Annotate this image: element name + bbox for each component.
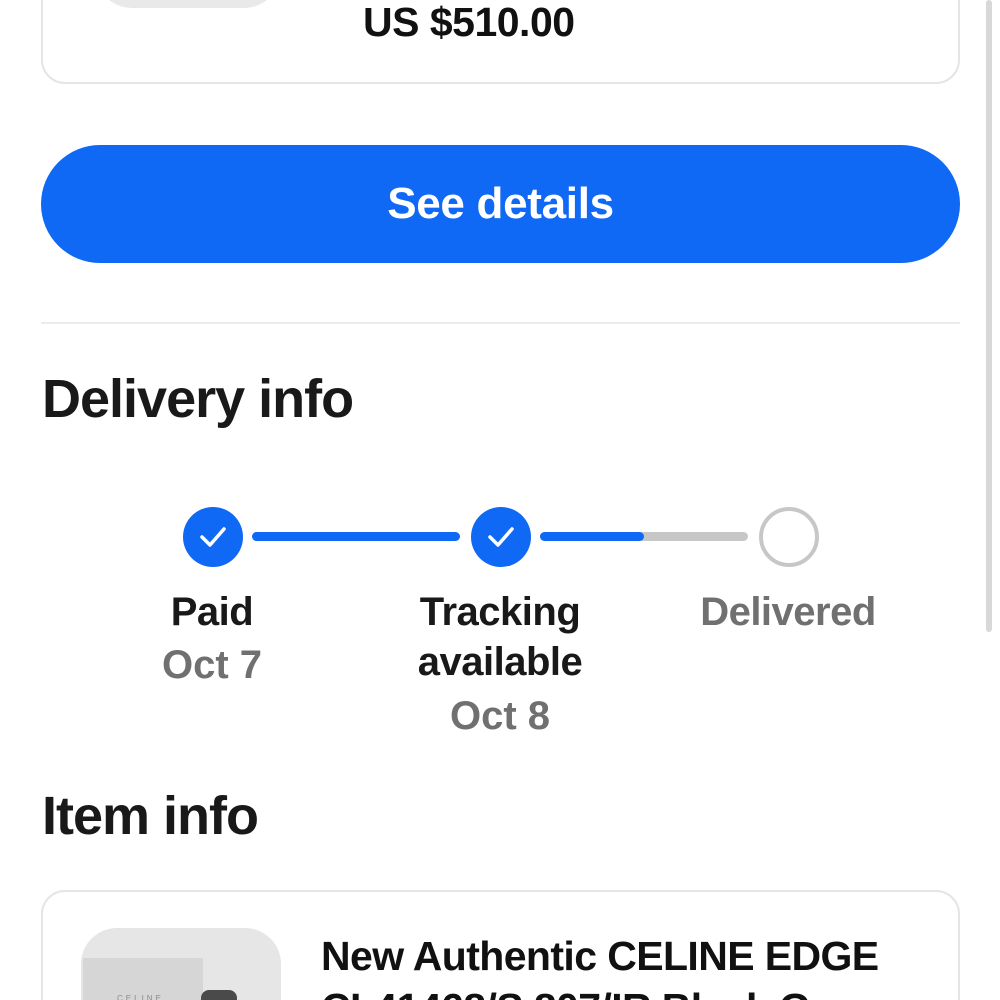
step-delivered-circle-icon (759, 507, 819, 567)
thumbnail-brand-text: CELINE (117, 994, 164, 1000)
order-details-screen: US $510.00 See details Delivery info Pai… (0, 0, 1000, 1000)
item-info-heading: Item info (42, 786, 259, 846)
see-details-button[interactable]: See details (41, 145, 960, 263)
step-tracking-label-line1: Tracking (419, 590, 581, 634)
step-delivered-label: Delivered (700, 590, 876, 634)
item-card[interactable]: CELINE New Authentic CELINE EDGE CL41468… (41, 890, 960, 1000)
order-summary-card[interactable]: US $510.00 (41, 0, 960, 84)
progress-segment-paid-to-tracking (252, 532, 460, 541)
progress-segment-fill (540, 532, 644, 541)
item-title-text[interactable]: New Authentic CELINE EDGE CL41468/S 807/… (321, 930, 941, 1000)
order-price: US $510.00 (363, 0, 575, 45)
item-thumbnail[interactable]: CELINE (81, 928, 281, 1000)
step-tracking-label-line2: available (417, 640, 583, 684)
step-paid-date: Oct 7 (161, 643, 263, 687)
scrollbar[interactable] (986, 0, 992, 632)
thumbnail-sunglasses (201, 990, 237, 1000)
step-paid-label: Paid (170, 590, 254, 634)
delivery-info-heading: Delivery info (42, 369, 354, 429)
step-tracking-check-icon (471, 507, 531, 567)
section-divider (41, 322, 960, 324)
order-item-thumbnail (93, 0, 283, 8)
step-tracking-date: Oct 8 (449, 694, 551, 738)
step-paid-check-icon (183, 507, 243, 567)
